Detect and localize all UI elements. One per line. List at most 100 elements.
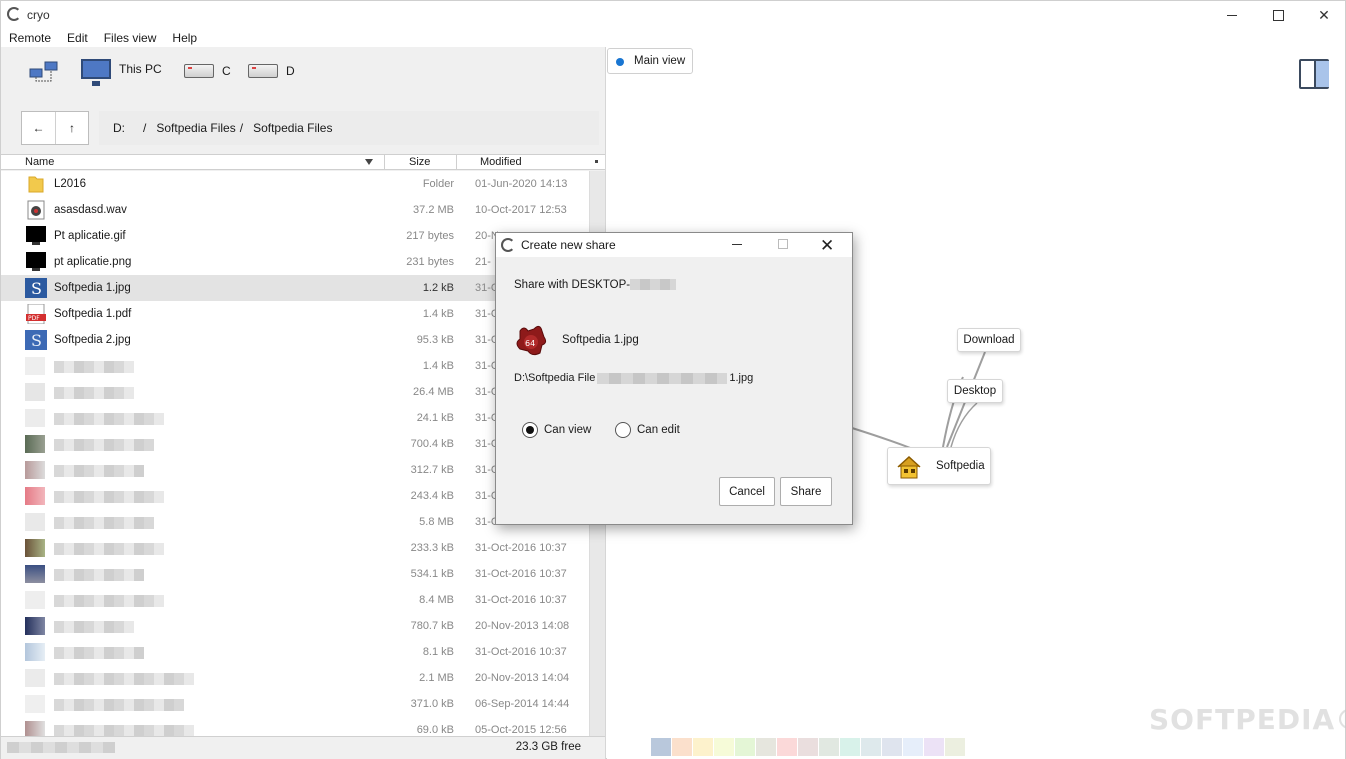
share-button[interactable]: Share: [780, 477, 832, 506]
drive-this-pc[interactable]: This PC: [81, 59, 162, 86]
color-swatch[interactable]: [840, 738, 860, 756]
table-row[interactable]: 8.1 kB 31-Oct-2016 10:37: [1, 639, 589, 665]
drive-c[interactable]: C: [184, 64, 231, 78]
computer-icon: [81, 59, 111, 86]
arrow-left-icon: ←: [32, 121, 45, 135]
back-button[interactable]: ←: [22, 112, 55, 144]
color-swatch[interactable]: [945, 738, 965, 756]
image-file-icon: [26, 226, 46, 245]
color-swatch[interactable]: [672, 738, 692, 756]
dialog-maximize-button[interactable]: [778, 239, 788, 249]
table-row[interactable]: 371.0 kB 06-Sep-2014 14:44: [1, 691, 589, 717]
menu-bar: Remote Edit Files view Help: [1, 29, 205, 47]
can-view-radio[interactable]: Can view: [522, 422, 591, 438]
blurred-file-name: [54, 725, 194, 736]
file-modified: 10-Oct-2017 12:53: [475, 204, 567, 216]
minimize-button[interactable]: [1209, 1, 1255, 29]
puzzle-file-icon: 64: [516, 325, 547, 356]
close-button[interactable]: ✕: [1301, 1, 1346, 29]
column-divider[interactable]: [384, 155, 385, 170]
file-name: pt aplicatie.png: [54, 256, 132, 268]
drive-d[interactable]: D: [248, 64, 295, 78]
color-swatch[interactable]: [924, 738, 944, 756]
sort-descending-icon[interactable]: [365, 159, 373, 165]
file-modified: 20-Nov-2013 14:04: [475, 672, 570, 684]
cancel-button[interactable]: Cancel: [719, 477, 775, 506]
up-button[interactable]: ↑: [54, 112, 88, 144]
column-modified[interactable]: Modified: [480, 156, 522, 168]
blurred-file-icon: [25, 695, 45, 713]
file-size: 1.2 kB: [422, 282, 454, 294]
menu-remote[interactable]: Remote: [1, 29, 59, 47]
dialog-close-button[interactable]: ✕: [820, 236, 834, 256]
color-swatch[interactable]: [882, 738, 902, 756]
blurred-file-name: [54, 699, 184, 711]
blurred-file-icon: [25, 487, 45, 505]
blurred-file-name: [54, 647, 144, 659]
color-swatch[interactable]: [651, 738, 671, 756]
radio-unchecked-icon: [615, 422, 631, 438]
share-with-label: Share with DESKTOP-: [514, 279, 631, 291]
column-name[interactable]: Name: [25, 156, 54, 168]
home-icon: [897, 455, 921, 479]
maximize-button[interactable]: [1255, 1, 1301, 29]
menu-edit[interactable]: Edit: [59, 29, 96, 47]
blurred-file-name: [54, 465, 144, 477]
split-view-icon[interactable]: [1299, 59, 1329, 89]
create-share-dialog: Create new share ✕ Share with DESKTOP- 6…: [495, 232, 853, 525]
dialog-title-bar: Create new share ✕: [496, 233, 852, 257]
color-swatch[interactable]: [714, 738, 734, 756]
svg-text:64: 64: [525, 339, 535, 348]
menu-help[interactable]: Help: [164, 29, 205, 47]
breadcrumb: D: / Softpedia Files / Softpedia Files: [99, 111, 599, 145]
column-menu-icon[interactable]: [595, 160, 598, 163]
blurred-file-name: [54, 361, 134, 373]
breadcrumb-root[interactable]: D:: [113, 121, 125, 135]
blurred-file-name: [54, 543, 164, 555]
graph-node-softpedia[interactable]: Softpedia: [887, 447, 991, 485]
blurred-file-icon: [25, 591, 45, 609]
table-row[interactable]: 8.4 MB 31-Oct-2016 10:37: [1, 587, 589, 613]
blurred-file-icon: [25, 409, 45, 427]
table-row[interactable]: asasdasd.wav 37.2 MB 10-Oct-2017 12:53: [1, 197, 589, 223]
color-swatch[interactable]: [861, 738, 881, 756]
table-row[interactable]: L2016 Folder 01-Jun-2020 14:13: [1, 171, 589, 197]
file-size: Folder: [422, 178, 454, 190]
color-swatch[interactable]: [756, 738, 776, 756]
menu-files-view[interactable]: Files view: [96, 29, 165, 47]
color-swatch[interactable]: [903, 738, 923, 756]
breadcrumb-part-2[interactable]: Softpedia Files: [253, 121, 332, 135]
radio-checked-icon: [522, 422, 538, 438]
can-edit-radio[interactable]: Can edit: [615, 422, 680, 438]
tab-main-view[interactable]: Main view: [607, 48, 693, 74]
dialog-minimize-button[interactable]: [732, 244, 742, 245]
file-name: asasdasd.wav: [54, 204, 127, 216]
color-swatch[interactable]: [735, 738, 755, 756]
blurred-computer-name: [630, 279, 677, 291]
color-swatch[interactable]: [693, 738, 713, 756]
blurred-status-text: [7, 742, 115, 753]
color-swatch[interactable]: [819, 738, 839, 756]
graph-node-download[interactable]: Download: [957, 328, 1021, 352]
color-swatch[interactable]: [777, 738, 797, 756]
column-divider[interactable]: [456, 155, 457, 170]
file-modified: 31-Oct-2016 10:37: [475, 646, 567, 658]
blurred-file-icon: [25, 539, 45, 557]
file-name: Softpedia 1.pdf: [54, 308, 132, 320]
cryo-logo-icon: [501, 238, 515, 252]
table-row[interactable]: 2.1 MB 20-Nov-2013 14:04: [1, 665, 589, 691]
table-row[interactable]: 233.3 kB 31-Oct-2016 10:37: [1, 535, 589, 561]
blurred-path-segment: [597, 372, 728, 384]
network-icon[interactable]: [29, 61, 59, 83]
blurred-file-icon: [25, 721, 45, 736]
svg-text:S: S: [31, 331, 42, 350]
table-row[interactable]: 69.0 kB 05-Oct-2015 12:56: [1, 717, 589, 736]
color-swatch[interactable]: [798, 738, 818, 756]
breadcrumb-part-1[interactable]: Softpedia Files: [156, 121, 235, 135]
table-row[interactable]: 780.7 kB 20-Nov-2013 14:08: [1, 613, 589, 639]
column-size[interactable]: Size: [409, 156, 430, 168]
file-table-header: Name Size Modified: [1, 154, 605, 170]
graph-node-desktop[interactable]: Desktop: [947, 379, 1003, 403]
table-row[interactable]: 534.1 kB 31-Oct-2016 10:37: [1, 561, 589, 587]
softpedia-image-icon: S: [25, 278, 47, 298]
